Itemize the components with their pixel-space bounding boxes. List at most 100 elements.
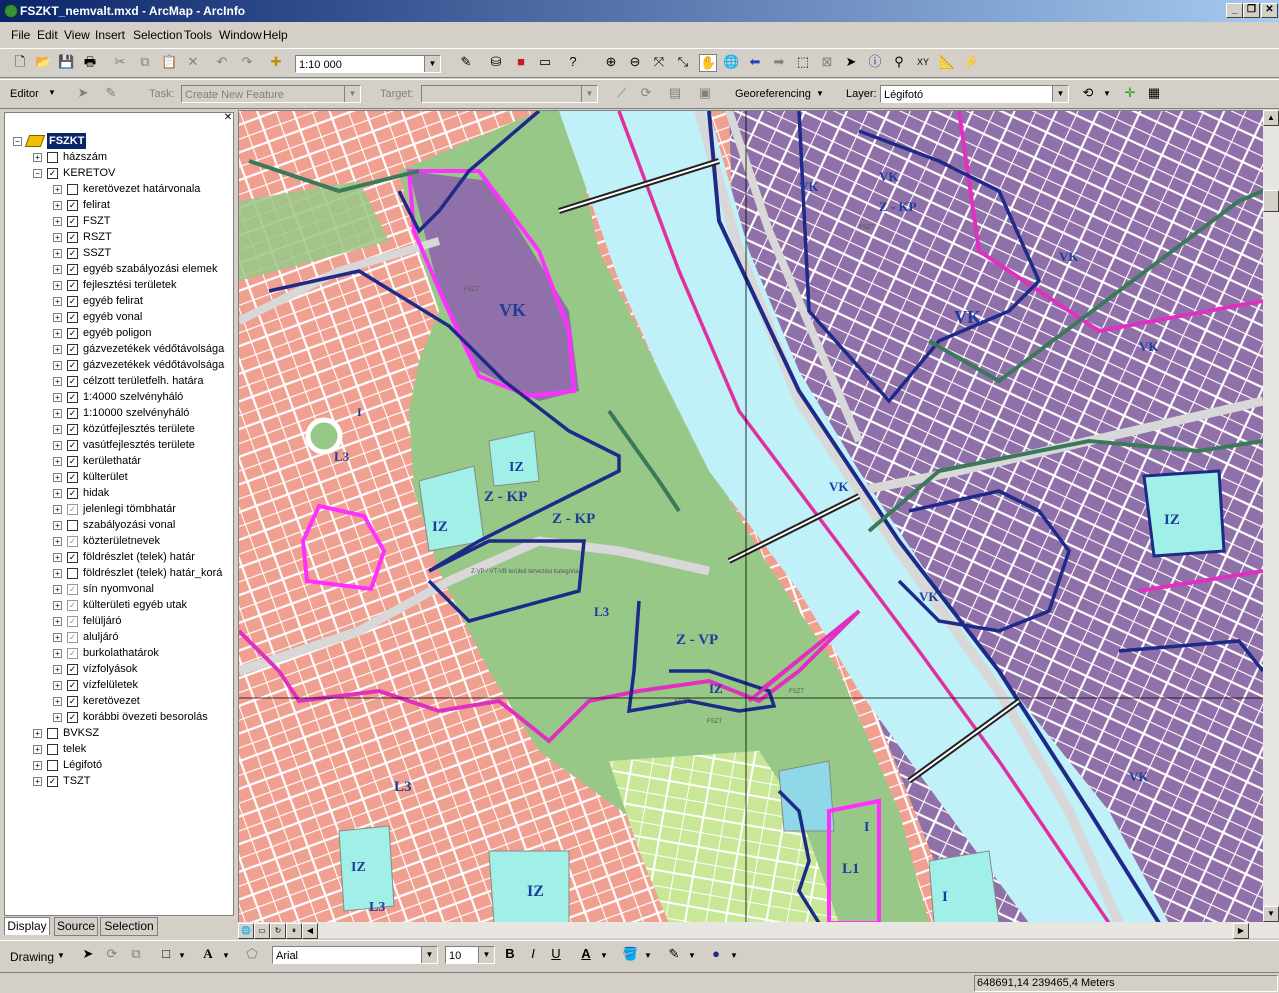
redo-icon[interactable]: ↷: [239, 54, 255, 70]
expand-icon[interactable]: +: [53, 217, 62, 226]
toc-layer-row[interactable]: + ✓ egyéb poligon: [5, 325, 231, 341]
expand-icon[interactable]: +: [33, 745, 42, 754]
expand-icon[interactable]: +: [53, 505, 62, 514]
text-tool-icon[interactable]: A: [200, 946, 216, 962]
measure-icon[interactable]: 📐: [939, 54, 955, 70]
expand-icon[interactable]: +: [53, 393, 62, 402]
toc-layer-row[interactable]: + ✓ korábbi övezeti besorolás: [5, 709, 231, 725]
chevron-down-icon[interactable]: ▼: [421, 947, 437, 963]
italic-button[interactable]: I: [525, 946, 541, 962]
tab-display[interactable]: Display: [4, 917, 50, 935]
toc-layer-row[interactable]: + ✓ egyéb felirat: [5, 293, 231, 309]
toc-layer-row[interactable]: + ✓ fejlesztési területek: [5, 277, 231, 293]
toc-layer-row[interactable]: + ✓ felüljáró: [5, 613, 231, 629]
command-line-icon[interactable]: ▭: [537, 54, 553, 70]
scroll-down-icon[interactable]: ▼: [1263, 906, 1279, 922]
expand-icon[interactable]: +: [53, 281, 62, 290]
layer-visibility-checkbox[interactable]: ✓: [67, 552, 78, 563]
layer-visibility-checkbox[interactable]: ✓: [67, 296, 78, 307]
expand-icon[interactable]: +: [53, 361, 62, 370]
layer-visibility-checkbox[interactable]: [67, 520, 78, 531]
undo-icon[interactable]: ↶: [214, 54, 230, 70]
toc-layer-row[interactable]: + földrészlet (telek) határ_korá: [5, 565, 231, 581]
new-document-icon[interactable]: 🗋: [12, 54, 28, 70]
toc-layer-row[interactable]: + ✓ vízfolyások: [5, 661, 231, 677]
maximize-button[interactable]: ❐: [1243, 3, 1260, 18]
expand-icon[interactable]: +: [53, 249, 62, 258]
task-combo[interactable]: Create New Feature ▼: [181, 85, 361, 103]
menu-help[interactable]: Help: [263, 28, 288, 42]
target-combo[interactable]: ▼: [421, 85, 598, 103]
split-tool-icon[interactable]: ⟋: [614, 85, 630, 101]
toc-layer-row[interactable]: + ✓ vízfelületek: [5, 677, 231, 693]
font-combo[interactable]: Arial ▼: [272, 946, 438, 964]
zoom-in-icon[interactable]: ⊕: [603, 54, 619, 70]
toc-layer-row[interactable]: + ✓ keretövezet: [5, 693, 231, 709]
fixed-zoom-in-icon[interactable]: ⤧: [651, 54, 667, 70]
expand-icon[interactable]: +: [53, 329, 62, 338]
line-color-pen-icon[interactable]: ✎: [666, 946, 682, 962]
edit-tool-arrow-icon[interactable]: ➤: [75, 85, 91, 101]
toc-layer-row[interactable]: + szabályozási vonal: [5, 517, 231, 533]
layer-visibility-checkbox[interactable]: [67, 184, 78, 195]
expand-icon[interactable]: +: [53, 441, 62, 450]
layer-visibility-checkbox[interactable]: ✓: [67, 216, 78, 227]
toc-layer-row[interactable]: + keretövezet határvonala: [5, 181, 231, 197]
expand-icon[interactable]: +: [53, 233, 62, 242]
toc-layer-row[interactable]: + ✓ közterületnevek: [5, 533, 231, 549]
expand-icon[interactable]: +: [53, 665, 62, 674]
toc-layer-row[interactable]: + ✓ 1:10000 szelvényháló: [5, 405, 231, 421]
fixed-zoom-out-icon[interactable]: ⤡: [675, 54, 691, 70]
expand-icon[interactable]: +: [53, 489, 62, 498]
layer-visibility-checkbox[interactable]: ✓: [67, 632, 78, 643]
expand-icon[interactable]: +: [53, 457, 62, 466]
sketch-properties-icon[interactable]: ▣: [697, 85, 713, 101]
layer-visibility-checkbox[interactable]: ✓: [67, 504, 78, 515]
delete-icon[interactable]: ✕: [185, 54, 201, 70]
open-folder-icon[interactable]: 📂: [35, 54, 51, 70]
expand-icon[interactable]: +: [33, 729, 42, 738]
map-view[interactable]: VK VK VK VK VK VK VK VK VK Z - KP Z - KP…: [238, 110, 1264, 924]
select-features-icon[interactable]: ⬚: [795, 54, 811, 70]
layer-visibility-checkbox[interactable]: ✓: [67, 328, 78, 339]
layer-visibility-checkbox[interactable]: ✓: [67, 424, 78, 435]
expand-icon[interactable]: +: [33, 777, 42, 786]
select-elements-arrow-icon[interactable]: ➤: [843, 54, 859, 70]
scroll-up-icon[interactable]: ▲: [1263, 110, 1279, 126]
toc-layer-row[interactable]: + ✓ RSZT: [5, 229, 231, 245]
menu-selection[interactable]: Selection: [133, 28, 182, 42]
marker-color-icon[interactable]: ●: [708, 946, 724, 962]
layer-visibility-checkbox[interactable]: ✓: [67, 360, 78, 371]
chevron-down-icon[interactable]: ▼: [1052, 86, 1068, 102]
rectangle-chevron-down-icon[interactable]: ▼: [178, 951, 186, 960]
menu-file[interactable]: File: [11, 28, 30, 42]
toc-layer-row[interactable]: + ✓ SSZT: [5, 245, 231, 261]
layer-visibility-checkbox[interactable]: [47, 728, 58, 739]
rotate-chevron-down-icon[interactable]: ▼: [1103, 89, 1111, 98]
pause-draw-icon[interactable]: ⏸: [286, 923, 302, 939]
fill-color-bucket-icon[interactable]: 🪣: [622, 946, 638, 962]
layer-visibility-checkbox[interactable]: ✓: [67, 536, 78, 547]
toc-layer-row[interactable]: + ✓ vasútfejlesztés területe: [5, 437, 231, 453]
toc-layer-row[interactable]: + ✓ TSZT: [5, 773, 231, 789]
menu-tools[interactable]: Tools: [184, 28, 212, 42]
menu-window[interactable]: Window: [219, 28, 262, 42]
chevron-down-icon[interactable]: ▼: [478, 947, 494, 963]
toc-layer-row[interactable]: + ✓ gázvezetékek védőtávolsága: [5, 357, 231, 373]
clear-selection-icon[interactable]: ⊠: [819, 54, 835, 70]
link-table-icon[interactable]: ▦: [1146, 85, 1162, 101]
scroll-right-icon[interactable]: ▶: [1233, 923, 1249, 939]
toc-layer-row[interactable]: + ✓ aluljáró: [5, 629, 231, 645]
print-icon[interactable]: 🖶: [82, 54, 98, 70]
scroll-thumb[interactable]: [1263, 190, 1279, 212]
layer-visibility-checkbox[interactable]: ✓: [47, 168, 58, 179]
editor-chevron-down-icon[interactable]: ▼: [48, 88, 56, 97]
attributes-icon[interactable]: ▤: [667, 85, 683, 101]
toc-layer-row[interactable]: + ✓ gázvezetékek védőtávolsága: [5, 341, 231, 357]
rotate-element-icon[interactable]: ⟳: [104, 946, 120, 962]
expand-icon[interactable]: +: [53, 633, 62, 642]
toc-layer-row[interactable]: + ✓ egyéb vonal: [5, 309, 231, 325]
zoom-out-icon[interactable]: ⊖: [627, 54, 643, 70]
text-chevron-down-icon[interactable]: ▼: [222, 951, 230, 960]
expand-icon[interactable]: +: [53, 377, 62, 386]
